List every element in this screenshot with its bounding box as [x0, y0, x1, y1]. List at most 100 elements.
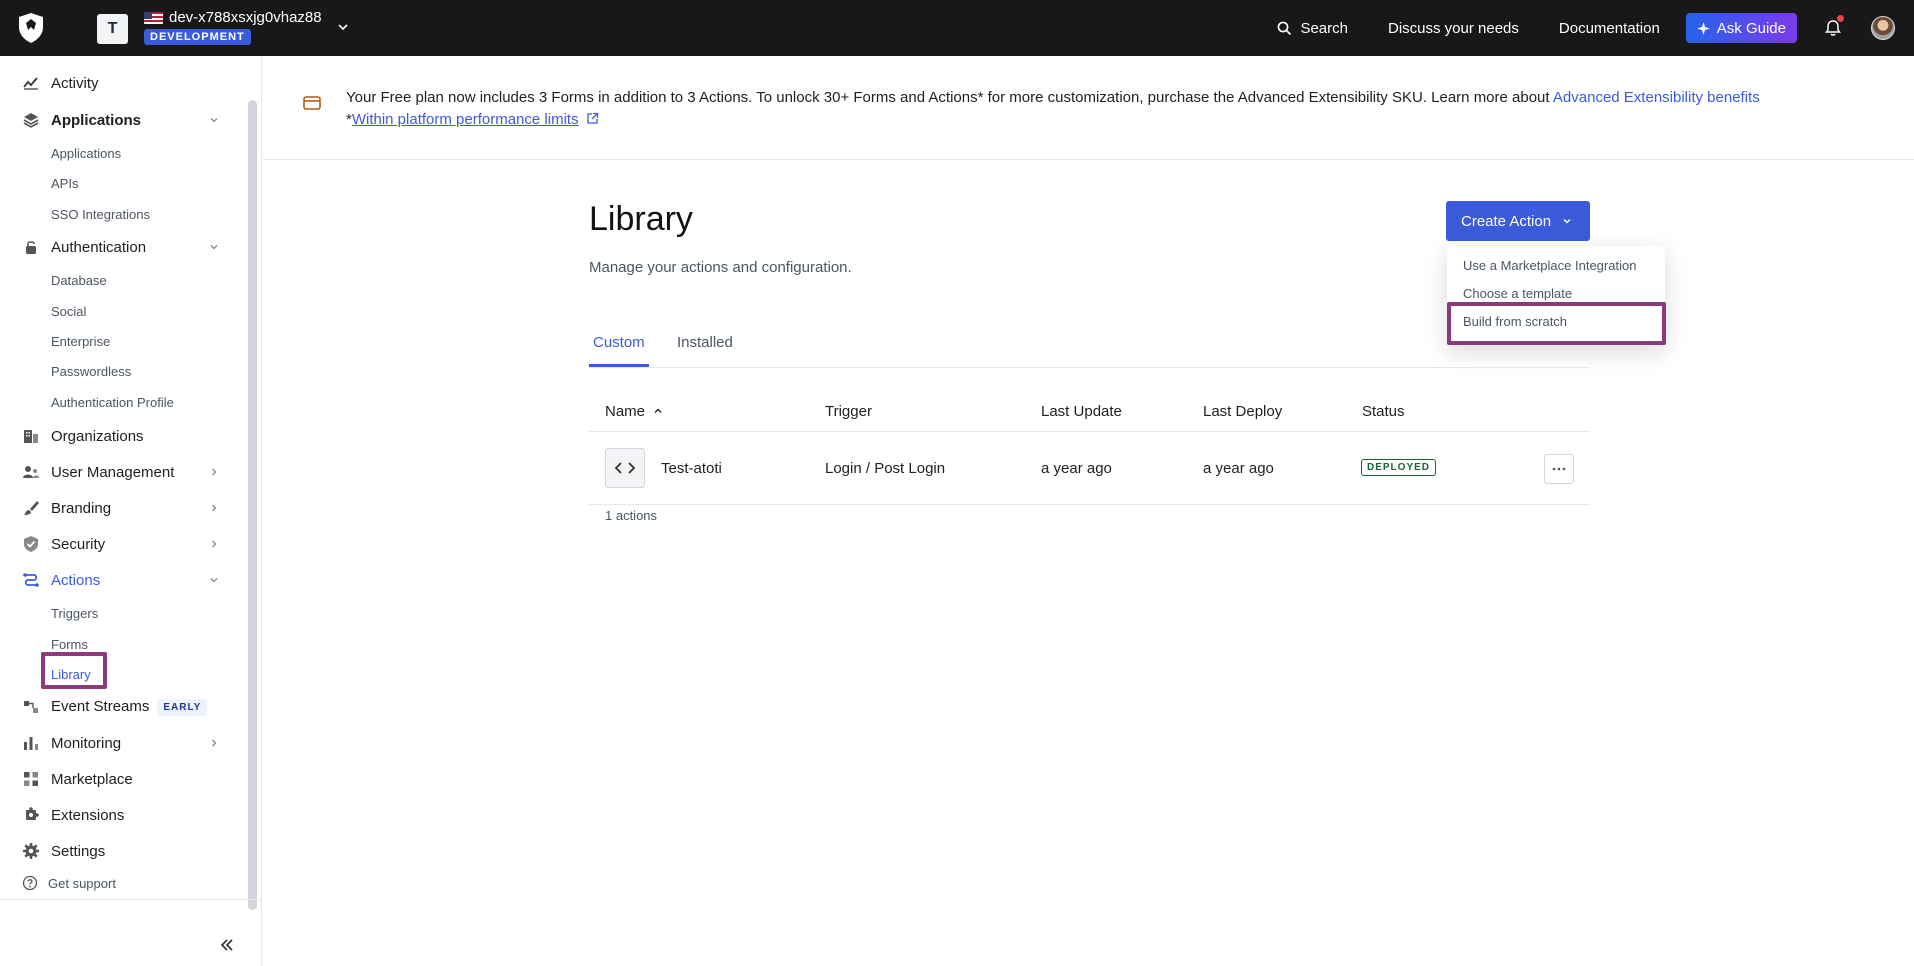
- column-header-last-update: Last Update: [1041, 403, 1122, 420]
- tenant-selector[interactable]: dev-x788xsxjg0vhaz88 DEVELOPMENT: [144, 9, 322, 45]
- users-icon: [23, 466, 39, 478]
- table-header: Name Trigger Last Update Last Deploy Sta…: [589, 390, 1590, 432]
- sidebar-item-security[interactable]: Security: [0, 529, 246, 559]
- sidebar-subitem-authentication-profile[interactable]: Authentication Profile: [51, 395, 174, 410]
- puzzle-icon: [26, 807, 39, 820]
- external-link-icon: [587, 112, 598, 124]
- bar-chart-icon: [24, 737, 38, 750]
- sidebar-subitem-passwordless[interactable]: Passwordless: [51, 364, 131, 379]
- action-last-deploy: a year ago: [1203, 460, 1274, 477]
- gear-icon: [23, 843, 39, 859]
- sort-ascending-icon: [654, 408, 662, 413]
- sidebar-subitem-database[interactable]: Database: [51, 273, 107, 288]
- tenant-avatar[interactable]: T: [97, 14, 128, 44]
- action-trigger: Login / Post Login: [825, 460, 946, 477]
- building-icon: [24, 430, 38, 443]
- banner-text: Your Free plan now includes 3 Forms in a…: [346, 87, 1886, 131]
- search-button[interactable]: Search: [1277, 20, 1348, 37]
- lock-icon: [26, 241, 36, 254]
- discuss-needs-link[interactable]: Discuss your needs: [1388, 20, 1519, 37]
- documentation-link[interactable]: Documentation: [1559, 20, 1660, 37]
- plan-banner: Your Free plan now includes 3 Forms in a…: [263, 56, 1914, 160]
- more-horizontal-icon: [1552, 467, 1566, 471]
- event-streams-label: Event Streams: [51, 698, 150, 716]
- us-flag-icon: [144, 11, 163, 24]
- banner-message: Your Free plan now includes 3 Forms in a…: [346, 89, 1553, 106]
- chevron-right-icon: [212, 540, 217, 548]
- advanced-extensibility-link[interactable]: Advanced Extensibility benefits: [1553, 89, 1760, 106]
- help-circle-icon: [22, 875, 38, 891]
- sidebar-item-user-management[interactable]: User Management: [0, 457, 246, 487]
- create-action-button[interactable]: Create Action: [1446, 201, 1590, 241]
- sidebar-item-branding[interactable]: Branding: [0, 493, 246, 523]
- chevron-right-icon: [212, 468, 217, 476]
- search-icon: [1278, 21, 1292, 35]
- create-action-label: Create Action: [1461, 212, 1552, 230]
- sidebar: Activity Applications Applications APIs …: [0, 56, 262, 966]
- chevron-down-icon[interactable]: [336, 20, 350, 34]
- status-badge: DEPLOYED: [1361, 459, 1437, 476]
- notification-dot: [1837, 15, 1844, 22]
- sidebar-item-marketplace[interactable]: Marketplace: [0, 764, 246, 794]
- chevron-right-icon: [212, 504, 217, 512]
- menu-item-choose-template[interactable]: Choose a template: [1463, 286, 1572, 301]
- sidebar-item-authentication[interactable]: Authentication: [0, 232, 246, 262]
- sidebar-nav: Activity Applications Applications APIs …: [0, 56, 246, 901]
- action-name-link[interactable]: Test-atoti: [661, 460, 722, 477]
- library-tabs: Custom Installed: [589, 318, 1590, 368]
- sidebar-subitem-triggers[interactable]: Triggers: [51, 606, 98, 621]
- top-navigation-bar: T dev-x788xsxjg0vhaz88 DEVELOPMENT Searc…: [0, 0, 1914, 56]
- menu-item-marketplace-integration[interactable]: Use a Marketplace Integration: [1463, 258, 1636, 273]
- sidebar-subitem-sso-integrations[interactable]: SSO Integrations: [51, 207, 150, 222]
- column-header-last-deploy: Last Deploy: [1203, 403, 1283, 420]
- chevron-down-icon: [210, 118, 218, 123]
- brush-icon: [24, 501, 39, 515]
- sidebar-item-activity[interactable]: Activity: [0, 68, 246, 98]
- code-icon: [605, 448, 645, 488]
- auth0-logo-icon[interactable]: [19, 13, 43, 43]
- user-avatar[interactable]: [1871, 16, 1895, 40]
- sidebar-item-event-streams[interactable]: Event Streams EARLY: [0, 692, 246, 722]
- event-streams-icon: [24, 701, 38, 713]
- sidebar-subitem-apis[interactable]: APIs: [51, 176, 78, 191]
- performance-limits-link[interactable]: Within platform performance limits: [352, 111, 579, 128]
- layers-icon: [23, 113, 39, 128]
- row-actions-button[interactable]: [1544, 454, 1574, 484]
- sidebar-subitem-social[interactable]: Social: [51, 304, 86, 319]
- sidebar-item-settings[interactable]: Settings: [0, 836, 246, 866]
- sidebar-subitem-applications[interactable]: Applications: [51, 146, 121, 161]
- early-badge: EARLY: [157, 698, 208, 716]
- sidebar-scrollbar[interactable]: [248, 100, 257, 910]
- ask-guide-button[interactable]: Ask Guide: [1685, 13, 1797, 43]
- actions-count: 1 actions: [605, 508, 658, 523]
- chevron-right-icon: [212, 739, 217, 747]
- tab-custom[interactable]: Custom: [593, 334, 645, 351]
- column-header-trigger: Trigger: [825, 403, 872, 420]
- table-row[interactable]: Test-atoti Login / Post Login a year ago…: [589, 432, 1590, 505]
- sparkle-icon: [1696, 21, 1710, 35]
- action-last-update: a year ago: [1041, 460, 1112, 477]
- column-header-status: Status: [1362, 403, 1405, 420]
- grid-plus-icon: [24, 772, 38, 786]
- chevron-down-icon: [210, 245, 218, 250]
- sidebar-item-monitoring[interactable]: Monitoring: [0, 728, 246, 758]
- sidebar-item-extensions[interactable]: Extensions: [0, 800, 246, 830]
- sidebar-footer: [0, 899, 262, 966]
- column-header-name[interactable]: Name: [605, 403, 663, 420]
- collapse-sidebar-icon[interactable]: [218, 936, 236, 954]
- tab-installed[interactable]: Installed: [677, 334, 733, 351]
- tenant-name: dev-x788xsxjg0vhaz88: [169, 9, 322, 26]
- notifications-button[interactable]: [1823, 15, 1844, 38]
- sidebar-subitem-enterprise[interactable]: Enterprise: [51, 334, 110, 349]
- shield-check-icon: [24, 536, 38, 552]
- page-title: Library: [589, 200, 693, 238]
- sidebar-subitem-forms[interactable]: Forms: [51, 637, 88, 652]
- sidebar-item-applications[interactable]: Applications: [0, 105, 246, 135]
- get-support-link[interactable]: Get support: [22, 875, 116, 891]
- sidebar-item-organizations[interactable]: Organizations: [0, 421, 246, 451]
- page-subtitle: Manage your actions and configuration.: [589, 259, 852, 276]
- ask-guide-label: Ask Guide: [1716, 19, 1786, 37]
- sidebar-item-actions[interactable]: Actions: [0, 565, 246, 595]
- get-support-label: Get support: [48, 875, 116, 891]
- actions-flow-icon: [23, 573, 39, 587]
